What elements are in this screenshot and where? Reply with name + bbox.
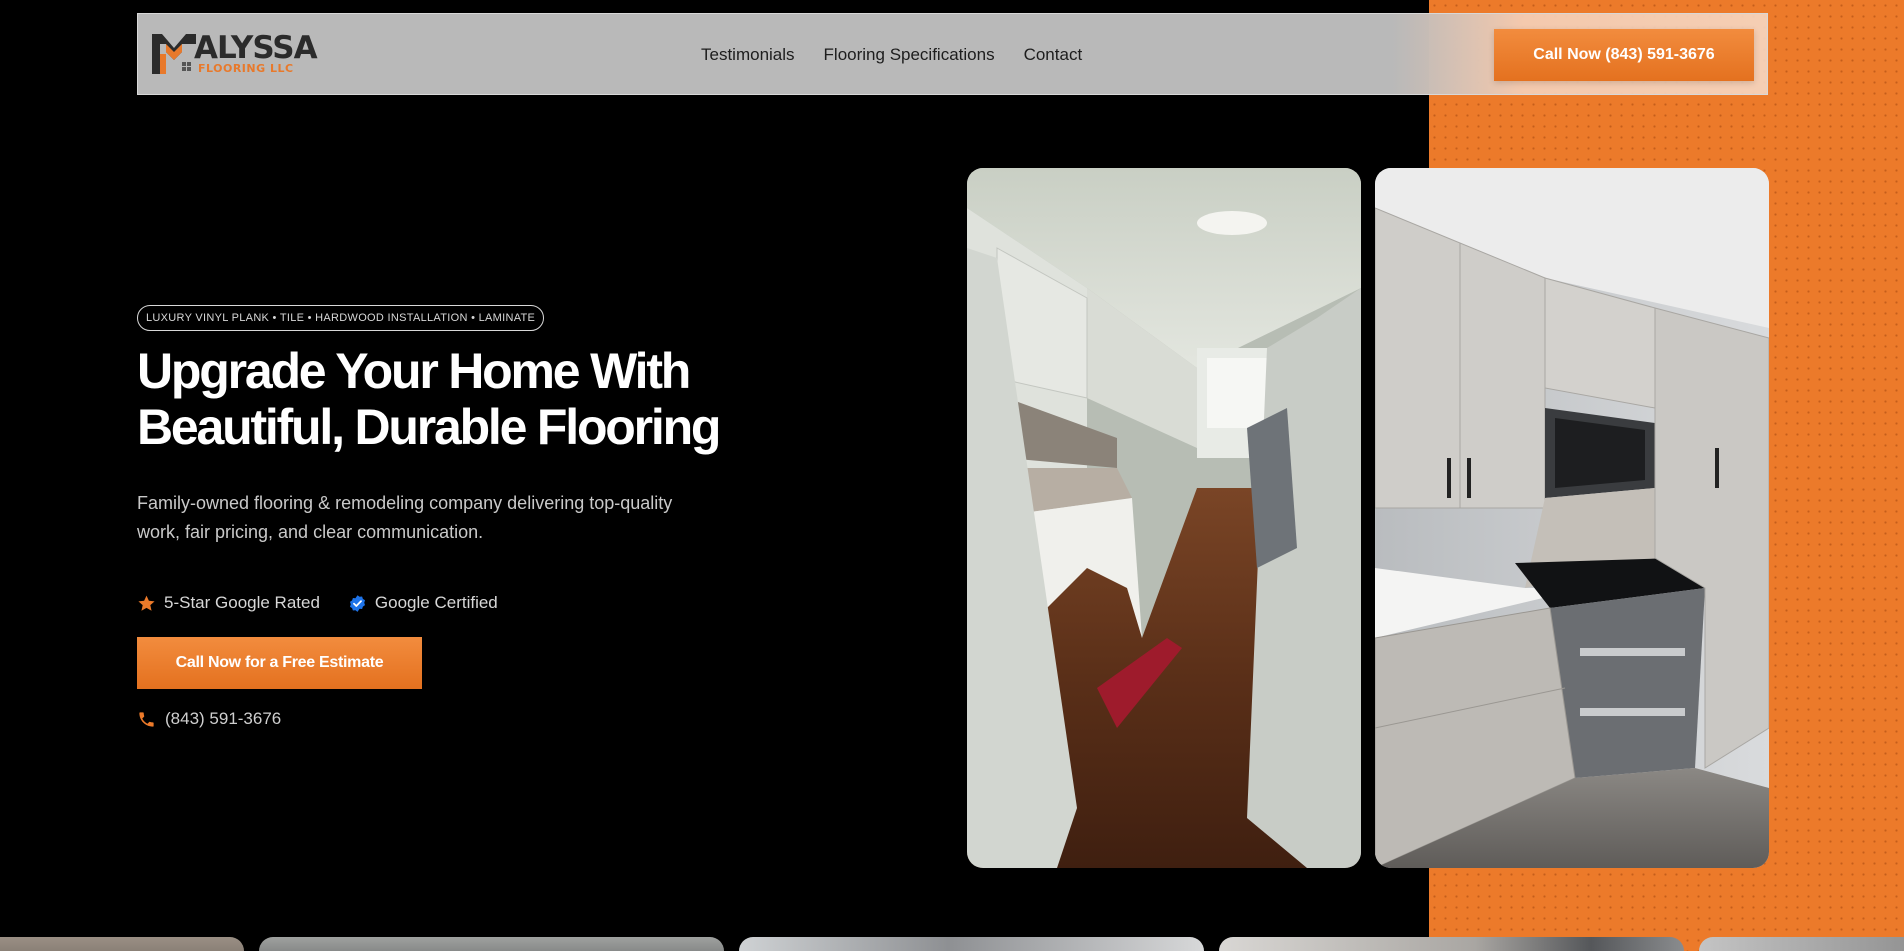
star-icon — [138, 595, 155, 611]
hero-phone-link[interactable]: (843) 591-3676 — [137, 708, 281, 730]
header-call-button[interactable]: Call Now (843) 591-3676 — [1494, 29, 1754, 81]
gallery-thumb — [0, 937, 244, 951]
nav-link-testimonials[interactable]: Testimonials — [701, 45, 795, 65]
headline-line-1: Upgrade Your Home With — [137, 343, 691, 399]
services-badge: LUXURY VINYL PLANK • TILE • HARDWOOD INS… — [137, 305, 545, 331]
trust-item-google-certified: Google Certified — [348, 593, 498, 613]
nav-link-flooring-specifications[interactable]: Flooring Specifications — [824, 45, 995, 65]
kitchen-wood-floor-photo — [967, 168, 1361, 868]
logo-wordmark: ALYSSA — [194, 30, 318, 66]
gallery-thumb — [1219, 937, 1684, 951]
page: ALYSSA FLOORING LLC Testimonials Floorin… — [0, 0, 1904, 951]
logo-mark-icon — [152, 34, 196, 74]
gallery-thumb — [1699, 937, 1904, 951]
phone-icon — [139, 711, 154, 727]
hero-headline: Upgrade Your Home With Beautiful, Durabl… — [137, 343, 777, 455]
brand-logo[interactable]: ALYSSA FLOORING LLC — [152, 32, 318, 78]
verified-badge-icon — [349, 594, 365, 612]
nav-link-contact[interactable]: Contact — [1024, 45, 1083, 65]
trust-badges: 5-Star Google Rated Google Certified — [137, 592, 498, 614]
site-header: ALYSSA FLOORING LLC Testimonials Floorin… — [137, 13, 1768, 95]
hero-subtext: Family-owned flooring & remodeling compa… — [137, 493, 673, 542]
free-estimate-button[interactable]: Call Now for a Free Estimate — [137, 637, 422, 689]
gallery-thumb — [259, 937, 724, 951]
trust-item-google-rated: 5-Star Google Rated — [137, 593, 320, 613]
headline-line-2: Beautiful, Durable Flooring — [137, 399, 721, 455]
main-nav: Testimonials Flooring Specifications Con… — [701, 14, 1082, 96]
logo-subtitle: FLOORING LLC — [198, 62, 294, 75]
hero-phone-number: (843) 591-3676 — [165, 709, 282, 728]
trust-label-rated: 5-Star Google Rated — [164, 593, 320, 612]
trust-label-certified: Google Certified — [374, 593, 498, 612]
kitchen-grey-cabinets-photo — [1375, 168, 1769, 868]
gallery-thumb — [739, 937, 1204, 951]
